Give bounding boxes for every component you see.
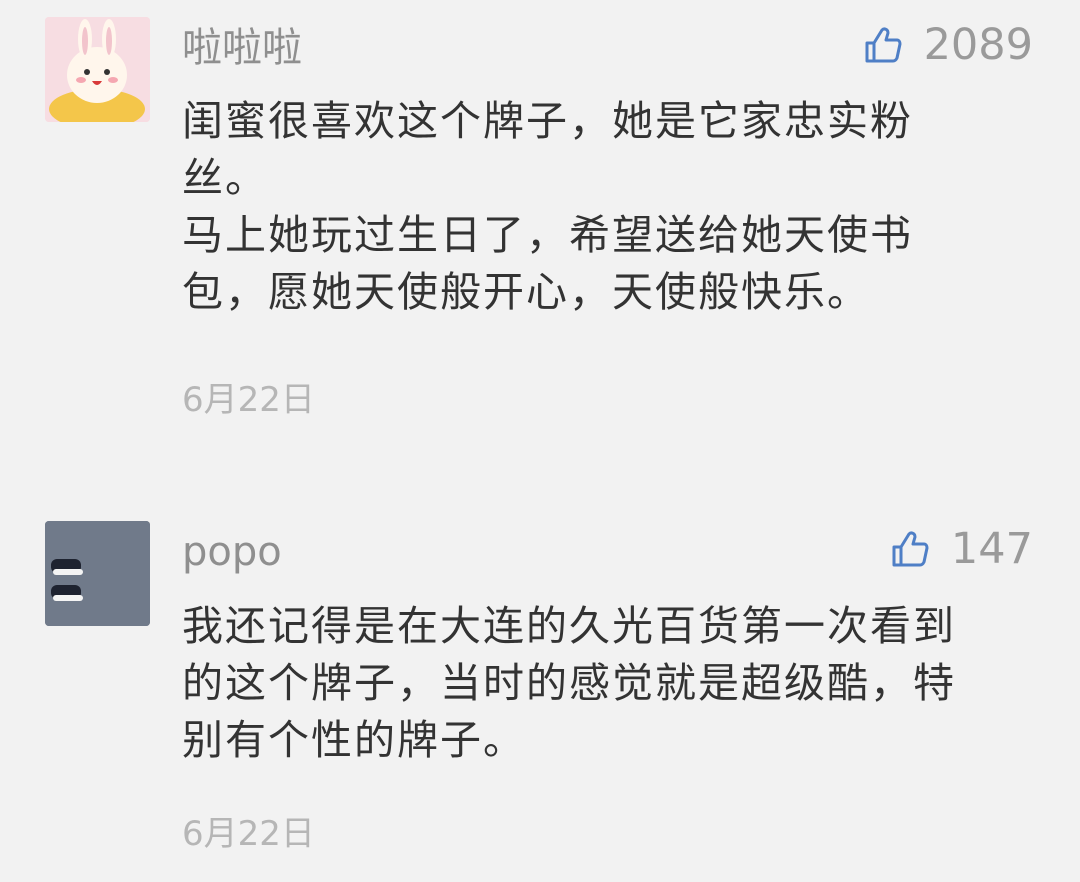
comment-line: 别有个性的牌子。 [182,716,526,764]
comment-text: 闺蜜很喜欢这个牌子，她是它家忠实粉 丝。 马上她玩过生日了，希望送给她天使书 包… [182,93,1022,321]
comment-line: 马上她玩过生日了，希望送给她天使书 [182,211,913,259]
comment-date: 6月22日 [182,814,315,854]
username[interactable]: popo [182,524,282,580]
user-avatar[interactable] [45,521,150,626]
comment-line: 包，愿她天使般开心，天使般快乐。 [182,268,870,316]
thumbs-up-icon [864,26,902,64]
username[interactable]: 啦啦啦 [182,20,302,76]
thumbs-up-icon [891,530,929,568]
comment-line: 我还记得是在大连的久光百货第一次看到 [182,602,956,650]
comment-text: 我还记得是在大连的久光百货第一次看到 的这个牌子，当时的感觉就是超级酷，特 别有… [182,598,1022,769]
like-count: 2089 [923,20,1033,70]
like-button[interactable]: 2089 [864,17,1033,73]
comment-line: 的这个牌子，当时的感觉就是超级酷，特 [182,659,956,707]
bunny-sticker-avatar-icon [45,17,150,122]
sneakers-avatar-icon [45,521,150,626]
comment-item: 啦啦啦 2089 闺蜜很喜欢这个牌子，她是它家忠实粉 丝。 马上她玩过生日了，希… [0,0,1080,460]
comment-date: 6月22日 [182,380,315,420]
comment-line: 丝。 [182,154,268,202]
comment-list: 啦啦啦 2089 闺蜜很喜欢这个牌子，她是它家忠实粉 丝。 马上她玩过生日了，希… [0,0,1080,882]
like-count: 147 [950,524,1033,574]
user-avatar[interactable] [45,17,150,122]
comment-line: 闺蜜很喜欢这个牌子，她是它家忠实粉 [182,97,913,145]
comment-item: popo 147 我还记得是在大连的久光百货第一次看到 的这个牌子，当时的感觉就… [0,460,1080,882]
like-button[interactable]: 147 [891,521,1033,577]
